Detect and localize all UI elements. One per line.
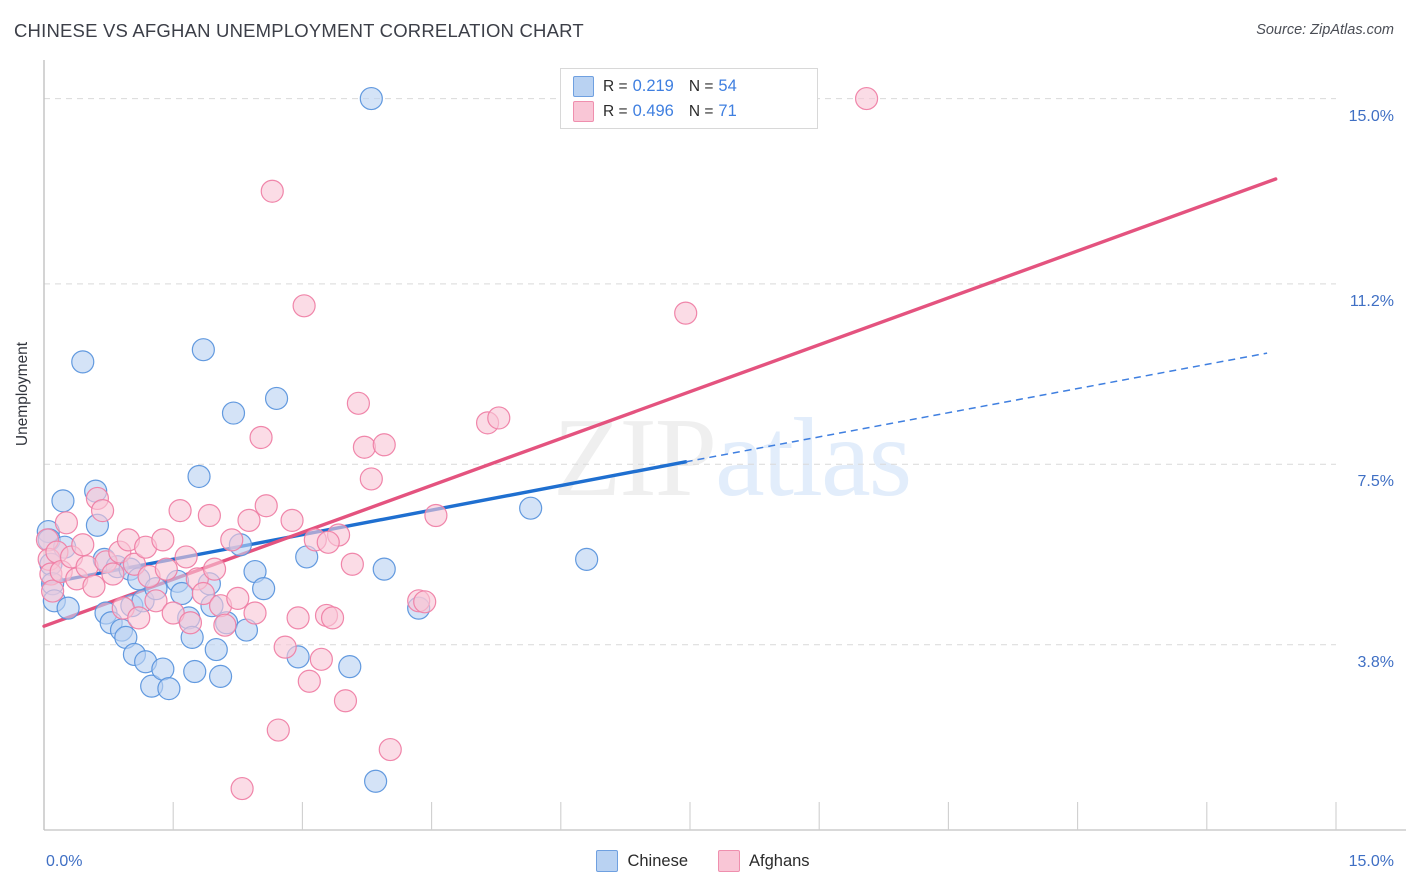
data-point[interactable] <box>226 586 250 610</box>
data-point[interactable] <box>56 596 80 620</box>
data-point[interactable] <box>378 737 402 762</box>
data-point[interactable] <box>41 579 65 603</box>
data-point[interactable] <box>252 577 276 601</box>
data-point[interactable] <box>249 425 273 450</box>
data-point[interactable] <box>292 294 316 318</box>
data-point[interactable] <box>90 499 115 523</box>
n-value-chinese: 54 <box>718 77 737 95</box>
data-point[interactable] <box>338 655 362 679</box>
data-point[interactable] <box>183 659 207 684</box>
data-point[interactable] <box>71 350 95 374</box>
data-point[interactable] <box>191 338 215 362</box>
data-point[interactable] <box>168 499 192 523</box>
r-label-afghans: R = <box>603 102 628 120</box>
data-point[interactable] <box>154 557 178 581</box>
plot-area <box>35 60 1406 831</box>
data-point[interactable] <box>264 386 289 411</box>
data-point[interactable] <box>51 489 75 513</box>
y-axis-label-3.8%: 3.8% <box>1357 653 1394 671</box>
stats-row-chinese: R = 0.219 N = 54 <box>573 74 807 99</box>
data-point[interactable] <box>854 86 879 111</box>
data-point[interactable] <box>220 528 244 552</box>
data-point[interactable] <box>280 508 304 532</box>
data-point[interactable] <box>221 401 246 425</box>
data-point[interactable] <box>286 606 310 630</box>
x-axis-min-label: 0.0% <box>46 853 83 870</box>
data-point[interactable] <box>297 669 321 693</box>
x-axis-ticks <box>172 802 1337 830</box>
data-point[interactable] <box>151 528 175 552</box>
legend-item-chinese[interactable]: Chinese <box>596 850 688 872</box>
data-point[interactable] <box>352 435 377 459</box>
data-point[interactable] <box>230 776 254 801</box>
data-point[interactable] <box>372 557 396 581</box>
stats-row-afghans: R = 0.496 N = 71 <box>573 99 807 124</box>
data-point[interactable] <box>364 769 388 793</box>
r-value-afghans: 0.496 <box>632 102 674 120</box>
r-label-chinese: R = <box>603 77 628 95</box>
data-point[interactable] <box>174 545 198 569</box>
data-point[interactable] <box>333 689 358 713</box>
data-point[interactable] <box>424 503 448 528</box>
data-point[interactable] <box>151 657 175 681</box>
data-point[interactable] <box>372 433 396 457</box>
legend-item-afghans[interactable]: Afghans <box>718 850 810 872</box>
data-point[interactable] <box>320 606 345 630</box>
correlation-stats-legend: R = 0.219 N = 54 R = 0.496 N = 71 <box>560 68 818 129</box>
data-point[interactable] <box>575 547 599 571</box>
data-point[interactable] <box>178 611 203 635</box>
data-point[interactable] <box>254 494 278 518</box>
n-value-afghans: 71 <box>718 102 737 120</box>
y-axis-title: Unemployment <box>14 341 31 447</box>
x-axis-max-label: 15.0% <box>1348 853 1394 870</box>
data-point[interactable] <box>273 635 297 659</box>
data-point[interactable] <box>340 552 364 576</box>
legend-swatch-afghans <box>573 101 594 122</box>
y-axis-label-15.0%: 15.0% <box>1348 107 1394 125</box>
data-point[interactable] <box>82 574 106 598</box>
gridlines <box>44 98 1336 646</box>
data-point[interactable] <box>213 613 237 637</box>
data-point[interactable] <box>197 503 221 528</box>
data-point[interactable] <box>519 496 543 520</box>
data-point[interactable] <box>101 562 125 586</box>
series-swatch-afghans <box>718 850 740 872</box>
data-point[interactable] <box>243 601 267 625</box>
data-point[interactable] <box>187 464 211 489</box>
data-point[interactable] <box>208 664 233 689</box>
data-point[interactable] <box>202 557 227 581</box>
data-point[interactable] <box>309 647 333 671</box>
n-label-afghans: N = <box>688 102 714 120</box>
n-label-chinese: N = <box>688 77 714 95</box>
data-point[interactable] <box>54 511 78 535</box>
data-point[interactable] <box>266 718 290 742</box>
data-point[interactable] <box>71 533 95 557</box>
data-point[interactable] <box>204 637 228 662</box>
data-point[interactable] <box>359 86 383 111</box>
data-point[interactable] <box>359 467 383 491</box>
series-swatch-chinese <box>596 850 619 872</box>
data-point[interactable] <box>260 179 284 203</box>
correlation-chart: CHINESE VS AFGHAN UNEMPLOYMENT CORRELATI… <box>0 0 1406 892</box>
data-point[interactable] <box>346 391 370 415</box>
data-point[interactable] <box>487 406 511 430</box>
y-axis-label-11.2%: 11.2% <box>1349 292 1394 310</box>
y-axis-label-7.5%: 7.5% <box>1357 473 1394 491</box>
data-point[interactable] <box>316 530 340 554</box>
series-label-chinese: Chinese <box>627 851 688 870</box>
data-point[interactable] <box>674 301 698 325</box>
series-label-afghans: Afghans <box>749 851 810 870</box>
r-value-chinese: 0.219 <box>632 77 674 95</box>
data-point[interactable] <box>157 676 181 701</box>
legend-swatch-chinese <box>573 76 594 97</box>
data-point[interactable] <box>237 508 261 532</box>
data-point[interactable] <box>413 590 437 614</box>
data-point[interactable] <box>127 606 151 630</box>
trendline-extension-chinese <box>685 352 1268 463</box>
